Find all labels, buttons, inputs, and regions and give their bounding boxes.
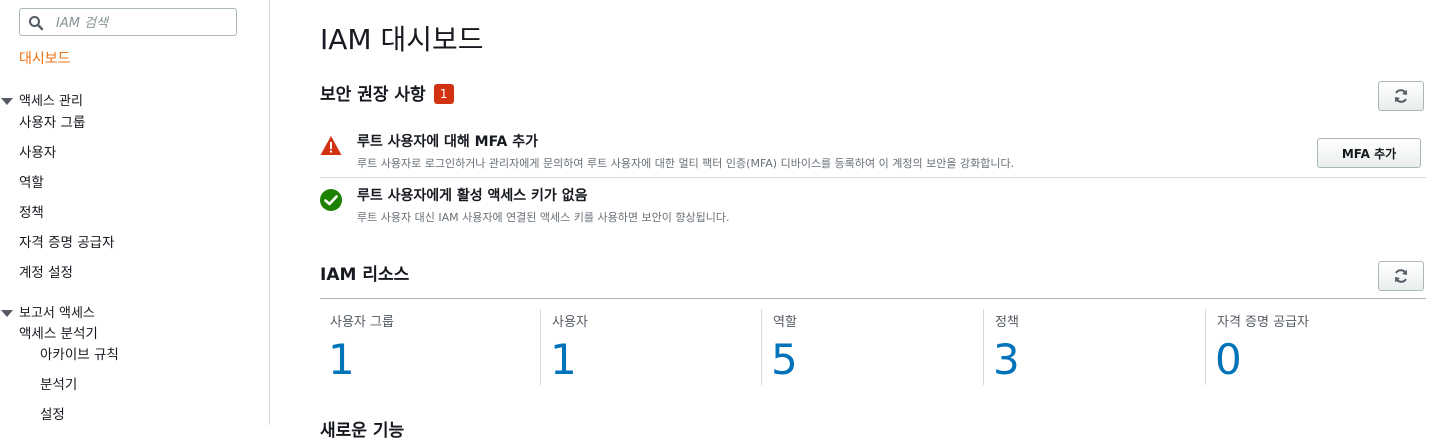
search-input[interactable] <box>54 12 233 34</box>
sidebar-section-report-access[interactable]: 보고서 액세스 <box>0 302 95 321</box>
sidebar-item-analyzers[interactable]: 분석기 <box>40 373 77 393</box>
sidebar-section-label: 액세스 관리 <box>19 94 83 109</box>
resource-count-link[interactable]: 1 <box>550 335 577 384</box>
resource-user-groups: 사용자 그룹 1 <box>320 299 540 385</box>
whats-new-title: 새로운 기능 <box>320 421 405 441</box>
search-box[interactable] <box>19 8 237 36</box>
sidebar-item-users[interactable]: 사용자 <box>19 141 56 161</box>
recommendation-title: 루트 사용자에 대해 MFA 추가 <box>357 134 539 150</box>
caret-down-icon <box>1 309 13 317</box>
sidebar-section-label: 보고서 액세스 <box>19 306 95 321</box>
add-mfa-button[interactable]: MFA 추가 <box>1317 138 1421 168</box>
sidebar-item-account-settings[interactable]: 계정 설정 <box>19 261 73 281</box>
resource-label: 자격 증명 공급자 <box>1217 315 1309 330</box>
recommendation-mfa: 루트 사용자에 대해 MFA 추가 루트 사용자로 로그인하거나 관리자에게 문… <box>320 131 1426 171</box>
refresh-recommendations-button[interactable] <box>1378 81 1424 111</box>
column-separator <box>761 309 762 385</box>
sidebar-item-archive-rules[interactable]: 아카이브 규칙 <box>40 343 119 363</box>
sidebar-section-access-management[interactable]: 액세스 관리 <box>0 90 83 109</box>
resource-count-link[interactable]: 0 <box>1215 335 1242 384</box>
count-badge: 1 <box>433 84 454 104</box>
sidebar-item-access-analyzer[interactable]: 액세스 분석기 <box>19 322 98 342</box>
resource-count-link[interactable]: 5 <box>771 335 798 384</box>
column-separator <box>1205 309 1206 385</box>
iam-resources-title: IAM 리소스 <box>320 265 410 285</box>
security-recommendations-header: 보안 권장 사항 1 <box>320 80 454 105</box>
resource-roles: 역할 5 <box>763 299 983 385</box>
resource-label: 정책 <box>995 315 1019 330</box>
section-title: 보안 권장 사항 <box>320 85 426 105</box>
resource-users: 사용자 1 <box>542 299 762 385</box>
column-separator <box>540 309 541 385</box>
divider <box>320 177 1426 178</box>
warning-icon <box>320 136 342 155</box>
column-separator <box>983 309 984 385</box>
sidebar-item-analyzer-settings[interactable]: 설정 <box>40 403 65 423</box>
refresh-icon <box>1395 89 1407 103</box>
caret-down-icon <box>1 97 13 105</box>
page-title: IAM 대시보드 <box>320 23 484 56</box>
main-content: IAM 대시보드 보안 권장 사항 1 루트 사용자에 대해 MFA 추가 루트 … <box>270 0 1438 441</box>
resource-label: 사용자 <box>552 315 588 330</box>
recommendation-root-access-keys: 루트 사용자에게 활성 액세스 키가 없음 루트 사용자 대신 IAM 사용자에… <box>320 185 1426 225</box>
refresh-icon <box>1395 269 1407 283</box>
refresh-resources-button[interactable] <box>1378 261 1424 291</box>
resource-label: 사용자 그룹 <box>330 315 394 330</box>
sidebar: 대시보드 액세스 관리 사용자 그룹 사용자 역할 정책 자격 증명 공급자 계… <box>0 0 270 425</box>
recommendation-description: 루트 사용자로 로그인하거나 관리자에게 문의하여 루트 사용자에 대한 멀티 … <box>357 157 1015 170</box>
recommendation-description: 루트 사용자 대신 IAM 사용자에 연결된 액세스 키를 사용하면 보안이 향… <box>357 211 730 224</box>
sidebar-item-dashboard[interactable]: 대시보드 <box>19 48 71 68</box>
search-icon <box>29 16 44 31</box>
recommendation-title: 루트 사용자에게 활성 액세스 키가 없음 <box>357 188 588 204</box>
resource-policies: 정책 3 <box>985 299 1205 385</box>
sidebar-item-policies[interactable]: 정책 <box>19 201 44 221</box>
resource-count-link[interactable]: 1 <box>328 335 355 384</box>
sidebar-item-user-groups[interactable]: 사용자 그룹 <box>19 111 85 131</box>
check-circle-icon <box>320 189 342 211</box>
resource-count-link[interactable]: 3 <box>993 335 1020 384</box>
sidebar-item-roles[interactable]: 역할 <box>19 171 44 191</box>
sidebar-item-identity-providers[interactable]: 자격 증명 공급자 <box>19 231 115 251</box>
resource-label: 역할 <box>773 315 797 330</box>
resource-identity-providers: 자격 증명 공급자 0 <box>1207 299 1426 385</box>
